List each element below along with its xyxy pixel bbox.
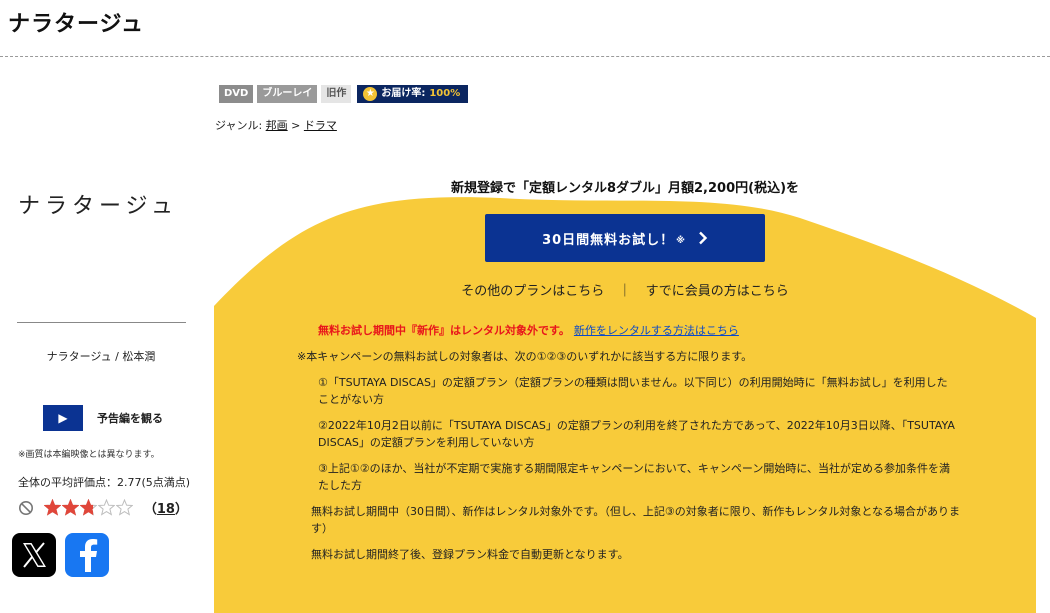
genre-breadcrumb: ジャンル: 邦画 > ドラマ (215, 117, 337, 133)
play-icon: ▶ (43, 405, 83, 431)
bluray-badge: ブルーレイ (257, 85, 318, 103)
terms-condition-3: ③上記①②のほか、当社が不定期で実施する期間限定キャンペーンにおいて、キャンペー… (318, 462, 951, 492)
member-login-link[interactable]: すでに会員の方はこちら (646, 284, 789, 299)
campaign-heading: 新規登録で「定額レンタル8ダブル」月額2,200円(税込)を (450, 181, 800, 196)
x-share-button[interactable] (12, 533, 56, 577)
terms-condition-1: ①「TSUTAYA DISCAS」の定額プラン（定額プランの種類は問いません。以… (318, 376, 948, 406)
delivery-rate-label: お届け率: (381, 88, 426, 99)
image-quality-note: ※画質は本編映像とは異なります。 (18, 450, 160, 460)
plan-link-separator: ｜ (618, 284, 632, 299)
ban-icon[interactable] (18, 500, 34, 516)
other-plans-link[interactable]: その他のプランはこちら (461, 284, 604, 299)
free-trial-label: 30日間無料お試し！ (542, 232, 675, 248)
poster-caption: ナラタージュ / 松本潤 (46, 350, 156, 363)
star-icon (44, 499, 61, 516)
facebook-logo-icon (80, 539, 98, 572)
new-release-notice: 無料お試し期間中『新作』はレンタル対象外です。 新作をレンタルする方法はこちら (318, 322, 739, 338)
social-share (12, 533, 109, 577)
star-icon (62, 499, 79, 516)
star-icon: ★ (363, 87, 378, 101)
trailer-button[interactable]: ▶ 予告編を観る (43, 405, 163, 431)
average-rating-text: 全体の平均評価点：2.77(5点満点) (18, 476, 191, 489)
new-release-warning: 無料お試し期間中『新作』はレンタル対象外です。 (318, 324, 570, 337)
terms-condition-2: ②2022年10月2日以前に「TSUTAYA DISCAS」の定額プランの利用を… (318, 419, 955, 449)
x-logo-icon (23, 542, 46, 568)
poster-divider (17, 322, 186, 323)
free-trial-button[interactable]: 30日間無料お試し！ ※ (485, 214, 765, 262)
review-count-number: 18 (156, 502, 175, 517)
chevron-right-icon (698, 231, 708, 245)
terms-intro: ※本キャンペーンの無料お試しの対象者は、次の①②③のいずれかに該当する方に限りま… (297, 350, 753, 363)
delivery-rate-badge: ★ お届け率: 100% (357, 85, 469, 103)
poster-title: ナラタージュ (18, 194, 179, 219)
rating-row: （18） (18, 498, 188, 517)
facebook-share-button[interactable] (65, 533, 109, 577)
dvd-badge: DVD (219, 85, 254, 103)
genre-label: ジャンル: (215, 119, 263, 132)
star-icon (98, 499, 115, 516)
delivery-rate-value: 100% (429, 88, 461, 99)
trial-period-note: 無料お試し期間中（30日間）、新作はレンタル対象外です。（但し、上記③の対象者に… (311, 505, 960, 535)
genre-link-japanese-film[interactable]: 邦画 (266, 119, 288, 132)
old-release-badge: 旧作 (321, 85, 352, 103)
plan-links: その他のプランはこちら ｜ すでに会員の方はこちら (214, 280, 1036, 299)
genre-separator: > (291, 119, 301, 132)
format-badges: DVD ブルーレイ 旧作 ★ お届け率: 100% (219, 85, 469, 103)
star-icon (80, 499, 97, 516)
new-release-rental-link[interactable]: 新作をレンタルする方法はこちら (574, 324, 739, 337)
campaign-terms: ※本キャンペーンの無料お試しの対象者は、次の①②③のいずれかに該当する方に限りま… (297, 348, 967, 563)
auto-renewal-note: 無料お試し期間終了後、登録プラン料金で自動更新となります。 (311, 548, 629, 561)
star-icon (116, 499, 133, 516)
genre-link-drama[interactable]: ドラマ (304, 119, 337, 132)
free-trial-note-mark: ※ (676, 236, 686, 246)
star-rating (44, 499, 133, 516)
review-count-close: ） (174, 502, 188, 517)
review-count-open: （ (143, 502, 157, 517)
review-count[interactable]: （18） (144, 498, 188, 517)
trailer-label: 予告編を観る (97, 412, 163, 425)
